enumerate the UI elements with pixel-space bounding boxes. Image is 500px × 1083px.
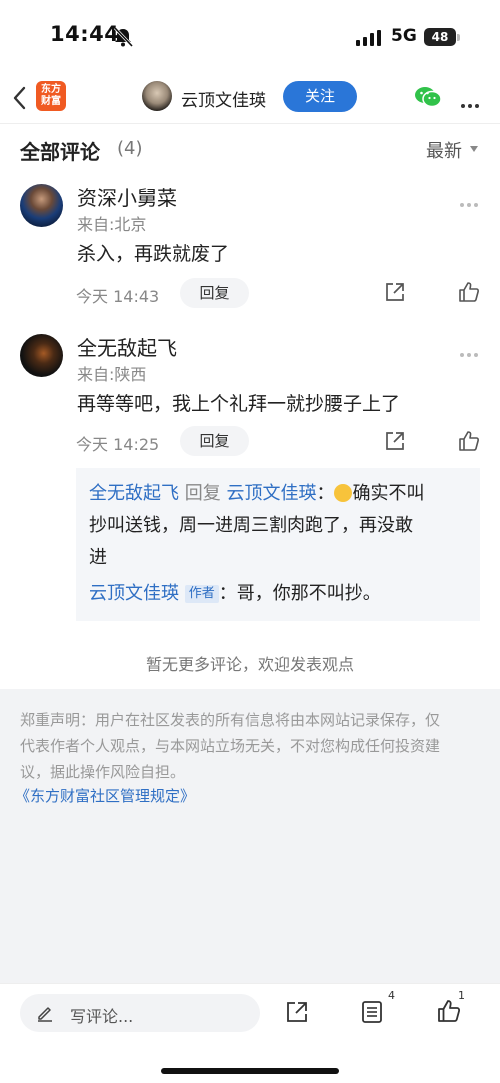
like-icon[interactable] bbox=[458, 430, 480, 452]
reply-author[interactable]: 全无敌起飞 bbox=[89, 483, 179, 504]
disclaimer-section: 郑重声明：用户在社区发表的所有信息将由本网站记录保存，仅 代表作者个人观点，与本… bbox=[0, 689, 500, 983]
nav-bar: 东方 财富 云顶文佳瑛 关注 bbox=[0, 72, 500, 124]
brand-logo-line2: 财富 bbox=[41, 96, 61, 107]
reply-text-line: 抄叫送钱，周一进周三割肉跑了，再没敢 bbox=[89, 515, 413, 536]
community-rules-link[interactable]: 《东方财富社区管理规定》 bbox=[15, 785, 195, 806]
like-count-badge: 1 bbox=[458, 989, 465, 1002]
share-icon[interactable] bbox=[384, 430, 406, 452]
more-icon[interactable] bbox=[461, 93, 482, 112]
status-time: 14:44 bbox=[50, 22, 120, 46]
avatar[interactable] bbox=[20, 184, 63, 227]
reply-button[interactable]: 回复 bbox=[180, 278, 249, 308]
reply-author[interactable]: 云顶文佳瑛 bbox=[89, 583, 179, 604]
comment-placeholder: 写评论... bbox=[70, 1007, 134, 1026]
reply-colon: ： bbox=[218, 583, 237, 604]
battery-cap bbox=[457, 34, 460, 41]
signal-icon bbox=[356, 30, 381, 46]
reply-colon: ： bbox=[316, 483, 335, 504]
reply-button[interactable]: 回复 bbox=[180, 426, 249, 456]
brand-logo[interactable]: 东方 财富 bbox=[36, 81, 66, 111]
back-icon[interactable] bbox=[10, 84, 30, 112]
disclaimer-line: 郑重声明：用户在社区发表的所有信息将由本网站记录保存，仅 bbox=[20, 711, 441, 729]
comment-time: 今天 14:25 bbox=[76, 435, 160, 454]
brand-logo-line1: 东方 bbox=[41, 84, 61, 95]
comment-time: 今天 14:43 bbox=[76, 287, 160, 306]
avatar[interactable] bbox=[20, 334, 63, 377]
comments-header: 全部评论 (4) 最新 bbox=[0, 124, 500, 174]
reply-target[interactable]: 云顶文佳瑛 bbox=[226, 483, 316, 504]
pen-icon bbox=[38, 1007, 52, 1022]
reply-item[interactable]: 全无敌起飞 回复 云顶文佳瑛： 确实不叫 bbox=[89, 478, 424, 510]
battery-indicator: 48 bbox=[424, 28, 456, 46]
author-avatar[interactable] bbox=[142, 81, 172, 111]
home-indicator bbox=[161, 1068, 339, 1074]
comment-author[interactable]: 资深小舅菜 bbox=[77, 182, 177, 211]
replies-box: 全无敌起飞 回复 云顶文佳瑛： 确实不叫 抄叫送钱，周一进周三割肉跑了，再没敢 进… bbox=[76, 468, 480, 621]
comment-item: 全无敌起飞 来自:陕西 再等等吧，我上个礼拜一就抄腰子上了 今天 14:25 回… bbox=[0, 324, 500, 468]
bell-muted-icon bbox=[113, 26, 134, 48]
no-more-comments: 暂无更多评论，欢迎发表观点 bbox=[145, 655, 354, 674]
reply-text: 哥，你那不叫抄。 bbox=[236, 583, 381, 604]
section-title: 全部评论 bbox=[20, 140, 100, 164]
follow-button[interactable]: 关注 bbox=[283, 81, 357, 112]
author-name[interactable]: 云顶文佳瑛 bbox=[181, 86, 266, 111]
like-icon[interactable] bbox=[458, 281, 480, 303]
like-icon[interactable] bbox=[437, 999, 461, 1023]
sort-dropdown[interactable]: 最新 bbox=[426, 137, 462, 163]
emoji-icon bbox=[334, 484, 353, 502]
comment-location: 来自:陕西 bbox=[77, 365, 147, 384]
author-badge: 作者 bbox=[184, 585, 219, 603]
comment-text: 再等等吧，我上个礼拜一就抄腰子上了 bbox=[77, 393, 401, 415]
comment-author[interactable]: 全无敌起飞 bbox=[77, 332, 177, 361]
share-icon[interactable] bbox=[384, 281, 406, 303]
wechat-icon[interactable] bbox=[414, 85, 442, 109]
reply-text-line: 进 bbox=[89, 547, 107, 568]
comment-text: 杀入，再跌就废了 bbox=[77, 243, 230, 265]
comment-count-badge: 4 bbox=[388, 989, 395, 1002]
more-icon[interactable] bbox=[460, 342, 481, 361]
comment-item: 资深小舅菜 来自:北京 杀入，再跌就废了 今天 14:43 回复 bbox=[0, 174, 500, 324]
network-label: 5G bbox=[391, 26, 417, 46]
status-bar: 14:44 5G 48 bbox=[0, 0, 500, 72]
share-icon[interactable] bbox=[285, 1000, 309, 1024]
reply-text: 确实不叫 bbox=[352, 483, 425, 504]
bottom-bar: 写评论... 4 1 bbox=[0, 983, 500, 1083]
comment-location: 来自:北京 bbox=[77, 215, 147, 234]
chevron-down-icon[interactable] bbox=[470, 146, 478, 152]
disclaimer-line: 议，据此操作风险自担。 bbox=[20, 763, 186, 781]
reply-item[interactable]: 云顶文佳瑛 作者 ：哥，你那不叫抄。 bbox=[89, 578, 381, 610]
comment-count: (4) bbox=[117, 138, 143, 159]
disclaimer-line: 代表作者个人观点，与本网站立场无关，不对您构成任何投资建 bbox=[20, 737, 441, 755]
comment-input[interactable]: 写评论... bbox=[20, 994, 260, 1032]
disclaimer-text: 郑重声明：用户在社区发表的所有信息将由本网站记录保存，仅 代表作者个人观点，与本… bbox=[20, 707, 482, 785]
reply-verb: 回复 bbox=[184, 483, 221, 504]
list-icon[interactable] bbox=[361, 1000, 383, 1024]
more-icon[interactable] bbox=[460, 192, 481, 211]
